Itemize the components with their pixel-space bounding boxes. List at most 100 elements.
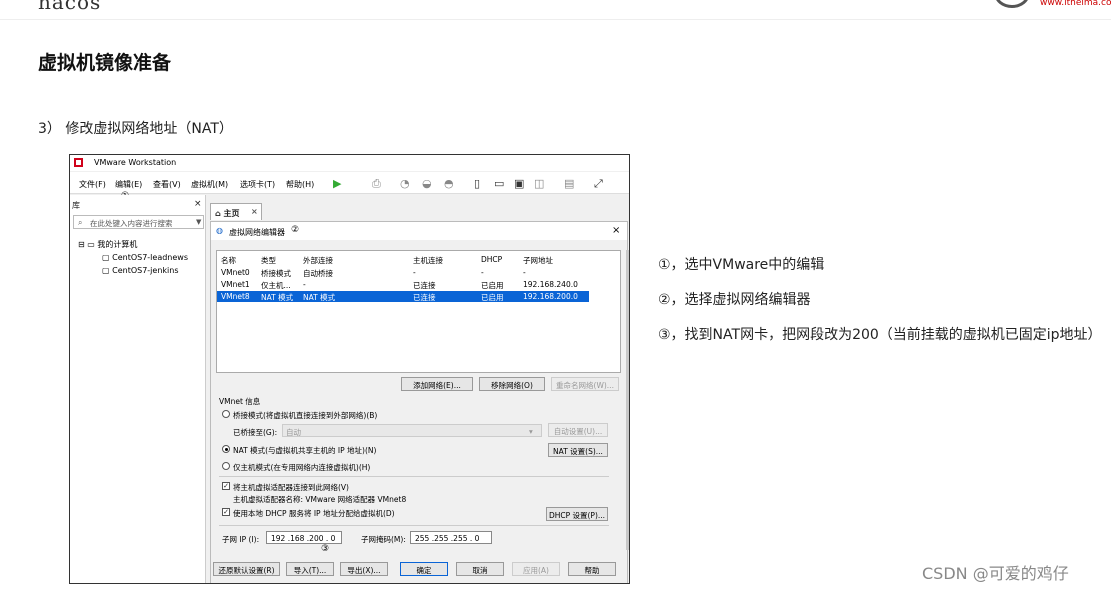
bridged-to-label: 已桥接至(G): bbox=[233, 428, 278, 437]
note-item: ②，选择虚拟网络编辑器 bbox=[658, 292, 811, 308]
network-icon: ◍ bbox=[216, 226, 223, 235]
vm-window-title: VMware Workstation bbox=[94, 158, 177, 167]
menu-tabs[interactable]: 选项卡(T) bbox=[240, 179, 275, 190]
home-icon: ⌂ bbox=[215, 209, 221, 218]
menu-vm[interactable]: 虚拟机(M) bbox=[191, 179, 228, 190]
dialog-title: 虚拟网络编辑器 bbox=[229, 228, 285, 237]
bridged-to-select[interactable]: 自动 ▾ bbox=[282, 424, 542, 437]
auto-settings-button[interactable]: 自动设置(U)... bbox=[548, 423, 608, 437]
cell: VMnet0 bbox=[221, 268, 250, 277]
vmware-logo-icon bbox=[74, 158, 83, 167]
site-logo-text: nacos bbox=[38, 0, 102, 14]
dialog-titlebar: ◍ 虚拟网络编辑器 ② × bbox=[211, 222, 627, 240]
divider bbox=[219, 476, 609, 477]
column-header: 类型 bbox=[261, 256, 276, 265]
instruction-notes: ①，选中VMware中的编辑 ②，选择虚拟网络编辑器 ③，找到NAT网卡，把网段… bbox=[658, 248, 1108, 353]
use-dhcp-checkbox[interactable]: ✓ bbox=[222, 508, 230, 516]
table-row[interactable]: VMnet1 仅主机... - 已连接 已启用 192.168.240.0 bbox=[217, 279, 589, 290]
unity-icon[interactable]: ◫ bbox=[534, 177, 544, 190]
view-options-icon[interactable]: ⤢ bbox=[594, 177, 603, 191]
snapshot-icon[interactable]: ◔ bbox=[400, 177, 410, 190]
chevron-down-icon: ▾ bbox=[529, 427, 533, 436]
search-placeholder: 在此处键入内容进行搜索 bbox=[90, 219, 173, 228]
dialog-close-icon[interactable]: × bbox=[612, 225, 620, 236]
cancel-button[interactable]: 取消 bbox=[456, 562, 504, 576]
dropdown-arrow-icon[interactable]: ▼ bbox=[196, 218, 201, 226]
tree-item-vm[interactable]: ▢ CentOS7-jenkins bbox=[102, 266, 178, 275]
search-icon: ⌕ bbox=[78, 218, 83, 227]
sidebar-toggle-icon[interactable]: ▯ bbox=[474, 177, 480, 190]
page-title: 虚拟机镜像准备 bbox=[38, 52, 172, 74]
remove-network-button[interactable]: 移除网络(O) bbox=[479, 377, 545, 391]
cell: - bbox=[523, 268, 526, 277]
nat-mode-radio[interactable] bbox=[222, 445, 230, 453]
import-button[interactable]: 导入(T)... bbox=[286, 562, 334, 576]
virtual-network-editor-dialog: ◍ 虚拟网络编辑器 ② × 名称 类型 外部连接 主机连接 DHCP 子网地址 … bbox=[210, 221, 629, 583]
table-row[interactable]: VMnet0 桥接模式 自动桥接 - - - bbox=[217, 267, 589, 278]
tree-item-vm[interactable]: ▢ CentOS7-leadnews bbox=[102, 253, 188, 262]
cell: 已启用 bbox=[481, 293, 504, 302]
table-row-selected[interactable]: VMnet8 NAT 模式 NAT 模式 已连接 已启用 192.168.200… bbox=[217, 291, 589, 302]
subnet-mask-label: 子网掩码(M): bbox=[361, 535, 406, 544]
host-only-radio[interactable] bbox=[222, 462, 230, 470]
print-icon[interactable]: ⎙ bbox=[372, 177, 381, 191]
menu-file[interactable]: 文件(F) bbox=[79, 179, 106, 190]
rename-network-button[interactable]: 重命名网络(W)... bbox=[551, 377, 619, 391]
cell: - bbox=[303, 280, 306, 289]
column-header: 外部连接 bbox=[303, 256, 333, 265]
column-header: 名称 bbox=[221, 256, 236, 265]
library-search-input[interactable]: ⌕ 在此处键入内容进行搜索 ▼ bbox=[73, 215, 204, 229]
menu-help[interactable]: 帮助(H) bbox=[286, 179, 314, 190]
library-sidebar: 库 × ⌕ 在此处键入内容进行搜索 ▼ ⊟ ▭ 我的计算机 ▢ CentOS7-… bbox=[70, 195, 206, 583]
apply-button[interactable]: 应用(A) bbox=[512, 562, 560, 576]
bridge-mode-radio[interactable] bbox=[222, 410, 230, 418]
subnet-ip-label: 子网 IP (I): bbox=[222, 535, 260, 544]
dhcp-settings-button[interactable]: DHCP 设置(P)... bbox=[546, 507, 608, 521]
cell: NAT 模式 bbox=[303, 293, 336, 302]
sidebar-close-icon[interactable]: × bbox=[194, 199, 202, 209]
tree-item-my-computer[interactable]: ⊟ ▭ 我的计算机 bbox=[78, 239, 137, 250]
tree-label: CentOS7-jenkins bbox=[112, 266, 179, 275]
tree-label: 我的计算机 bbox=[97, 240, 138, 249]
note-item: ③，找到NAT网卡，把网段改为200（当前挂载的虚拟机已固定ip地址） bbox=[658, 327, 1102, 343]
cell: 已启用 bbox=[481, 281, 504, 290]
cell: NAT 模式 bbox=[261, 293, 294, 302]
menu-view[interactable]: 查看(V) bbox=[153, 179, 181, 190]
cell: 仅主机... bbox=[261, 281, 291, 290]
connect-adapter-checkbox[interactable]: ✓ bbox=[222, 482, 230, 490]
tab-home[interactable]: ⌂ 主页 × bbox=[210, 203, 262, 220]
host-only-label: 仅主机模式(在专用网络内连接虚拟机)(H) bbox=[233, 463, 371, 472]
console-icon[interactable]: ▤ bbox=[564, 177, 574, 190]
dialog-scrollbar[interactable] bbox=[626, 250, 629, 550]
column-header: 子网地址 bbox=[523, 256, 553, 265]
manage-icon[interactable]: ◓ bbox=[444, 177, 454, 190]
network-table: 名称 类型 外部连接 主机连接 DHCP 子网地址 VMnet0 桥接模式 自动… bbox=[216, 250, 621, 373]
ok-button[interactable]: 确定 bbox=[400, 562, 448, 576]
subnet-mask-field[interactable]: 255 .255 .255 . 0 bbox=[410, 531, 492, 544]
restore-defaults-button[interactable]: 还原默认设置(R) bbox=[213, 562, 280, 576]
thumbnail-icon[interactable]: ▭ bbox=[494, 177, 504, 190]
vmware-screenshot: VMware Workstation 文件(F) 编辑(E) 查看(V) 虚拟机… bbox=[69, 154, 630, 584]
revert-icon[interactable]: ◒ bbox=[422, 177, 432, 190]
menu-edit[interactable]: 编辑(E) bbox=[115, 179, 142, 190]
subnet-ip-field[interactable]: 192 .168 .200 . 0 bbox=[266, 531, 342, 544]
fullscreen-icon[interactable]: ▣ bbox=[514, 177, 524, 190]
add-network-button[interactable]: 添加网络(E)... bbox=[401, 377, 473, 391]
tree-label: CentOS7-leadnews bbox=[112, 253, 189, 262]
step-heading: 3） 修改虚拟网络地址（NAT） bbox=[38, 121, 233, 137]
cell: 192.168.240.0 bbox=[523, 280, 578, 289]
vmnet-info-label: VMnet 信息 bbox=[219, 397, 261, 406]
play-icon[interactable]: ▶ bbox=[333, 177, 341, 190]
bridged-to-value: 自动 bbox=[286, 428, 301, 437]
tab-close-icon[interactable]: × bbox=[251, 207, 258, 216]
cell: VMnet8 bbox=[221, 292, 250, 301]
cell: - bbox=[413, 268, 416, 277]
export-button[interactable]: 导出(X)... bbox=[340, 562, 388, 576]
nat-settings-button[interactable]: NAT 设置(S)... bbox=[548, 443, 608, 457]
help-button[interactable]: 帮助 bbox=[568, 562, 616, 576]
divider bbox=[219, 525, 609, 526]
marker-2: ② bbox=[291, 225, 300, 235]
tab-label: 主页 bbox=[223, 209, 240, 218]
marker-3: ③ bbox=[321, 544, 330, 554]
top-header: nacos www.itheima.com bbox=[0, 0, 1111, 20]
